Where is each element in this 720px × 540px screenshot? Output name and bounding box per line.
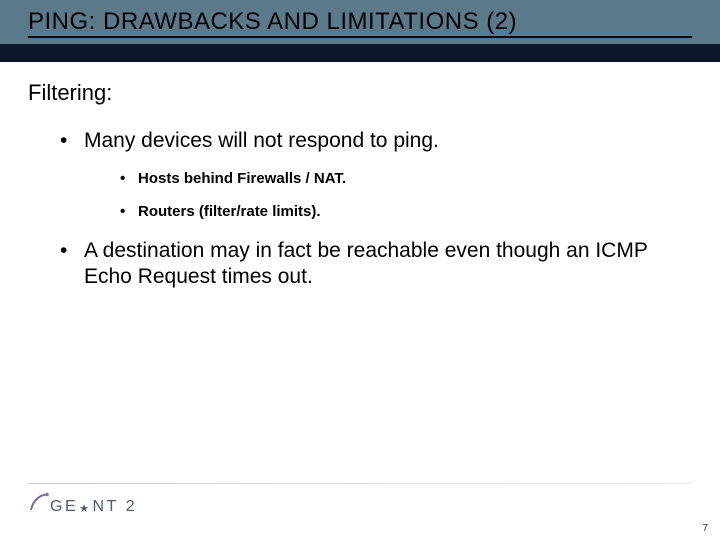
accent-bar	[0, 44, 720, 62]
title-bar: PING: DRAWBACKS AND LIMITATIONS (2)	[0, 0, 720, 44]
content-area: Filtering: Many devices will not respond…	[0, 62, 720, 290]
footer: GE★NT 2	[0, 483, 720, 516]
bullet-text: Many devices will not respond to ping.	[84, 129, 439, 152]
geant2-logo: GE★NT 2	[28, 498, 692, 516]
bullet-item: A destination may in fact be reachable e…	[60, 238, 692, 291]
footer-divider	[28, 483, 692, 484]
logo-swoosh-icon	[28, 492, 50, 514]
title-underline	[28, 36, 692, 38]
logo-num: 2	[126, 498, 137, 516]
sub-bullet-item: Hosts behind Firewalls / NAT.	[120, 170, 692, 189]
bullet-list: Many devices will not respond to ping. H…	[28, 128, 692, 290]
star-icon: ★	[79, 502, 91, 515]
slide-title: PING: DRAWBACKS AND LIMITATIONS (2)	[0, 8, 720, 36]
section-heading: Filtering:	[28, 80, 692, 106]
logo-part1: GE	[50, 498, 78, 516]
logo-part2: NT	[93, 498, 119, 516]
bullet-item: Many devices will not respond to ping. H…	[60, 128, 692, 222]
slide-number: 7	[702, 523, 708, 534]
logo-text: GE★NT 2	[50, 498, 137, 516]
sub-bullet-list: Hosts behind Firewalls / NAT. Routers (f…	[84, 170, 692, 222]
sub-bullet-item: Routers (filter/rate limits).	[120, 203, 692, 222]
